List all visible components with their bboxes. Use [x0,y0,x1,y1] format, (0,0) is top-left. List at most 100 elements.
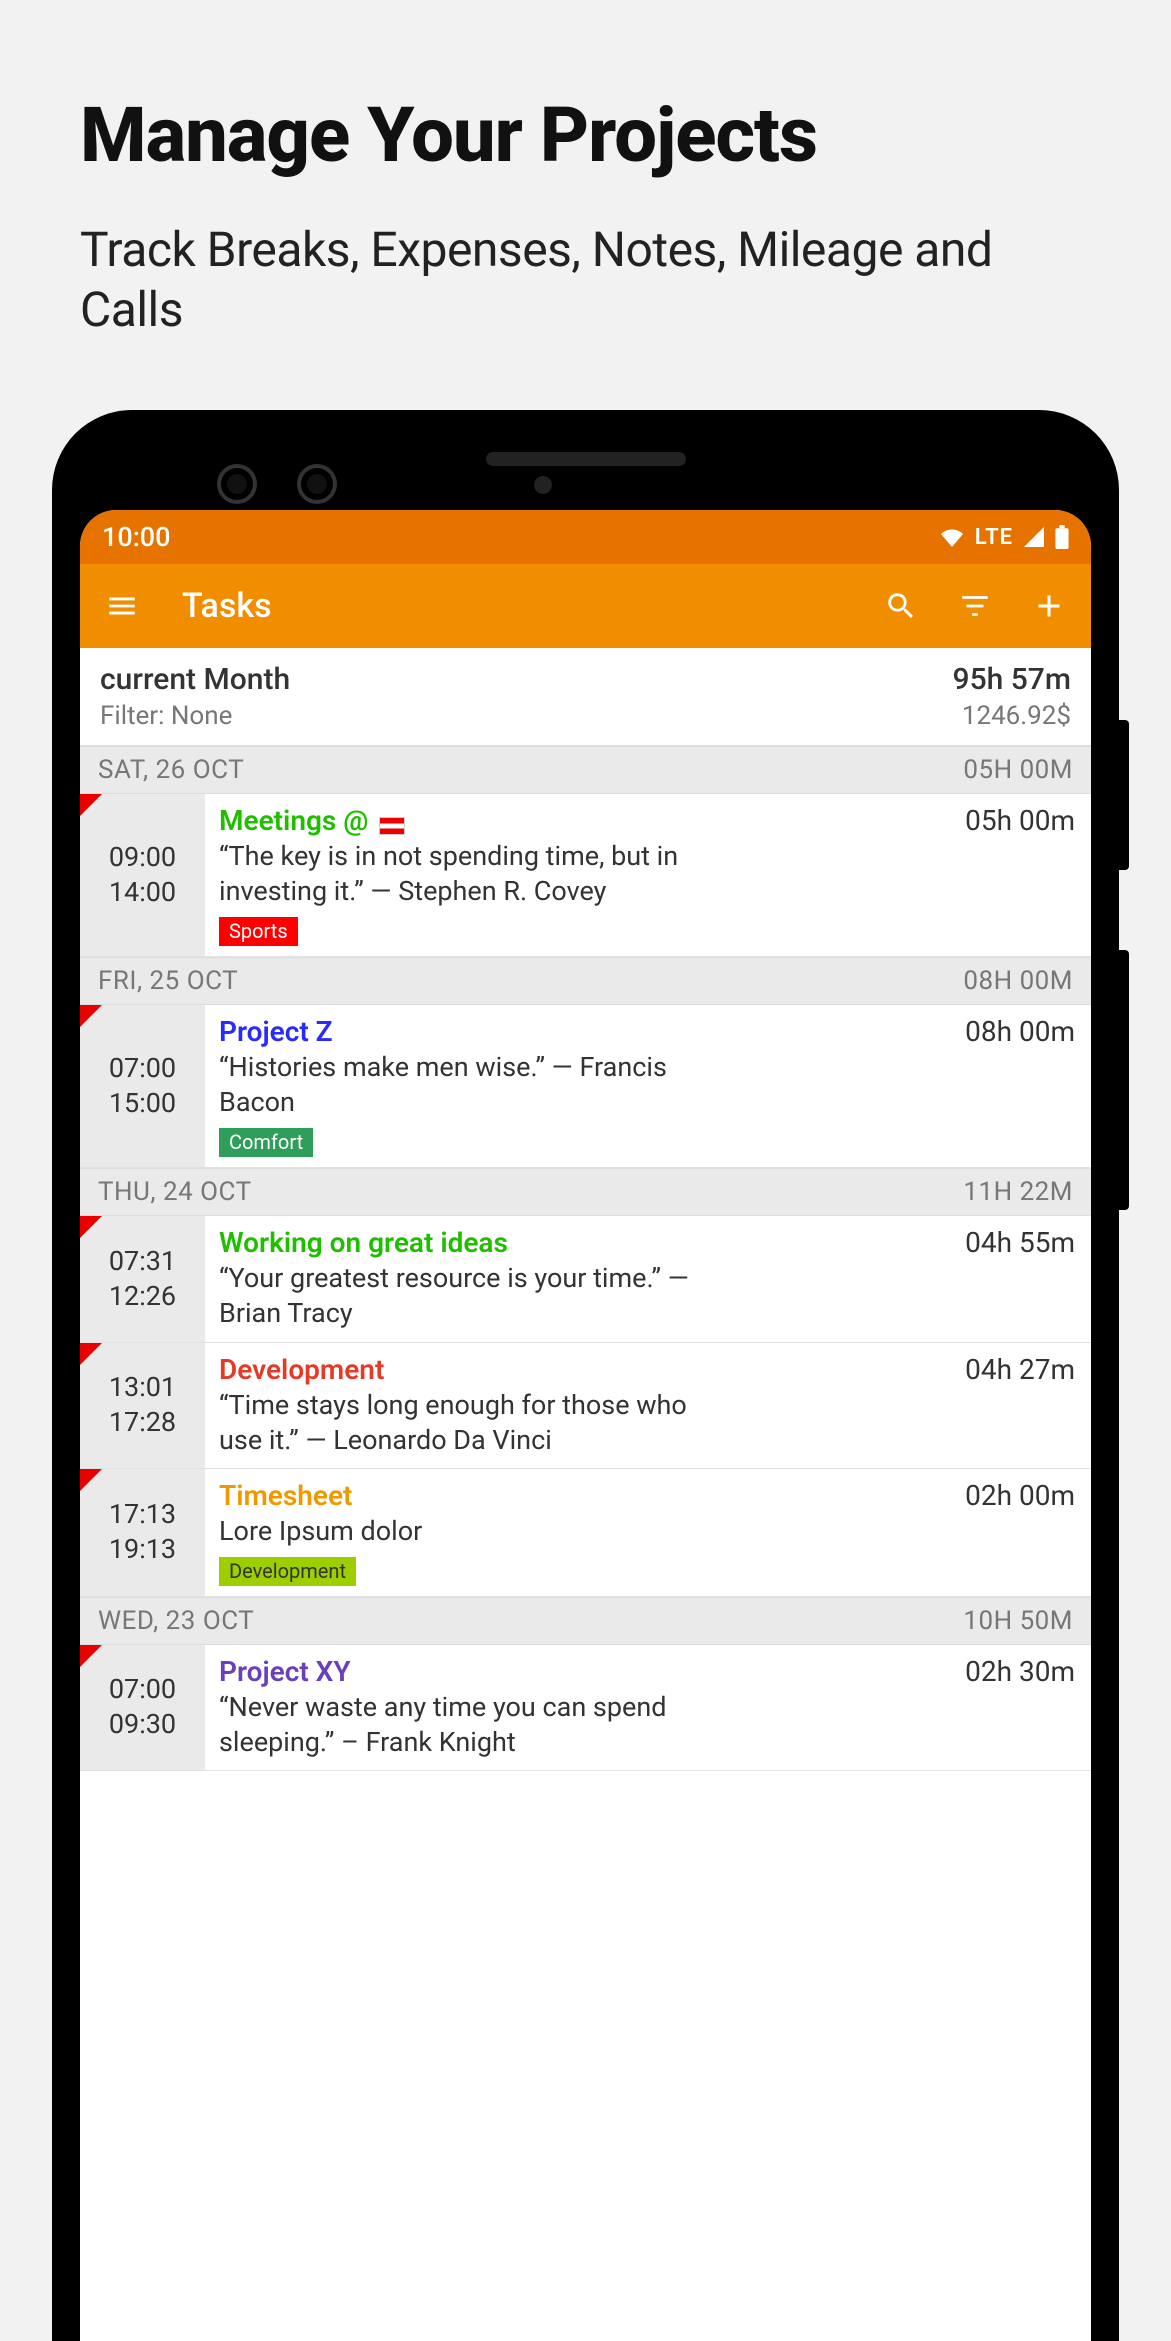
task-end-time: 09:30 [109,1707,176,1742]
task-tag: Sports [219,917,298,946]
phone-sensor [534,476,552,494]
task-start-time: 07:00 [109,1672,176,1707]
status-bar: 10:00 LTE [80,510,1091,564]
flag-austria-icon [379,817,405,835]
day-date: THU, 24 OCT [98,1177,252,1207]
task-title: Development [219,1353,384,1386]
summary-filter: Filter: None [100,701,290,731]
task-duration: 05h 00m [965,804,1075,837]
battery-icon [1055,525,1069,549]
task-duration: 04h 55m [965,1226,1075,1259]
summary-bar[interactable]: current Month Filter: None 95h 57m 1246.… [80,648,1091,746]
plus-icon [1031,588,1067,624]
phone-side-button [1119,720,1129,870]
task-start-time: 07:00 [109,1051,176,1086]
task-row[interactable]: 13:0117:28 Development 04h 27m “Time stays … [80,1343,1091,1469]
day-date: FRI, 25 OCT [98,966,238,996]
phone-screen: 10:00 LTE Tasks [80,510,1091,2341]
phone-frame: 10:00 LTE Tasks [52,410,1119,2341]
summary-period: current Month [100,662,290,697]
menu-button[interactable] [98,582,146,630]
search-button[interactable] [877,582,925,630]
task-note: “Never waste any time you can spend slee… [219,1690,719,1760]
task-marker-icon [80,1469,102,1491]
status-time: 10:00 [102,521,171,553]
task-list[interactable]: SAT, 26 OCT05H 00M09:0014:00Meetings @ 0… [80,746,1091,1771]
phone-camera [217,464,257,504]
wifi-icon [939,527,965,547]
task-marker-icon [80,1216,102,1238]
task-duration: 02h 00m [965,1479,1075,1512]
task-content: Development 04h 27m “Time stays long enoug… [205,1343,1091,1468]
task-end-time: 14:00 [109,875,176,910]
phone-speaker [486,452,686,466]
task-row[interactable]: 17:1319:13 Timesheet 02h 00m Lore Ipsum dol… [80,1469,1091,1597]
task-content: Project XY 02h 30m “Never waste any time y… [205,1645,1091,1770]
task-end-time: 19:13 [109,1532,176,1567]
network-label: LTE [975,525,1013,550]
task-end-time: 12:26 [109,1279,176,1314]
task-start-time: 17:13 [109,1497,176,1532]
phone-side-button [1119,950,1129,1210]
search-icon [884,589,918,623]
task-row[interactable]: 07:0015:00 Project Z08h 00m“Histories mak… [80,1005,1091,1168]
task-note: Lore Ipsum dolor [219,1514,719,1549]
task-marker-icon [80,794,102,816]
day-header: WED, 23 OCT 10H 50M [80,1597,1091,1645]
task-note: “Your greatest resource is your time.” ―… [219,1261,719,1331]
day-header: SAT, 26 OCT 05H 00M [80,746,1091,794]
task-tag: Development [219,1557,356,1586]
filter-icon [958,589,992,623]
task-content: Working on great ideas 04h 55m “Your great… [205,1216,1091,1341]
task-title: Timesheet [219,1479,352,1512]
add-button[interactable] [1025,582,1073,630]
task-end-time: 15:00 [109,1086,176,1121]
task-note: “Histories make men wise.” ― Francis Bac… [219,1050,719,1120]
task-title: Project XY [219,1655,351,1688]
day-date: SAT, 26 OCT [98,755,244,785]
task-start-time: 09:00 [109,840,176,875]
signal-icon [1023,527,1045,547]
promo-title: Manage Your Projects [80,90,1091,180]
task-title: Meetings @ [219,804,375,837]
day-total: 11H 22M [963,1177,1073,1207]
task-content: Meetings @ 05h 00m “The key is in not spe… [205,794,1091,956]
task-time-column: 13:0117:28 [80,1343,205,1468]
task-row[interactable]: 07:3112:26 Working on great ideas 04h 55m “… [80,1216,1091,1342]
task-content: Timesheet 02h 00m Lore Ipsum dolor Developm… [205,1469,1091,1596]
task-row[interactable]: 09:0014:00 Meetings @ 05h 00m “The key is … [80,794,1091,957]
summary-duration: 95h 57m [953,662,1071,697]
task-title: Working on great ideas [219,1226,508,1259]
task-marker-icon [80,1005,102,1027]
task-start-time: 07:31 [109,1244,176,1279]
task-end-time: 17:28 [109,1405,176,1440]
app-bar: Tasks [80,564,1091,648]
task-note: “Time stays long enough for those who us… [219,1388,719,1458]
day-total: 10H 50M [963,1606,1073,1636]
task-time-column: 09:0014:00 [80,794,205,956]
day-date: WED, 23 OCT [98,1606,254,1636]
task-time-column: 07:0009:30 [80,1645,205,1770]
task-content: Project Z08h 00m“Histories make men wise… [205,1005,1091,1167]
day-total: 05H 00M [963,755,1073,785]
phone-camera [297,464,337,504]
day-header: FRI, 25 OCT 08H 00M [80,957,1091,1005]
day-header: THU, 24 OCT 11H 22M [80,1168,1091,1216]
task-duration: 02h 30m [965,1655,1075,1688]
task-duration: 04h 27m [965,1353,1075,1386]
task-start-time: 13:01 [109,1370,176,1405]
task-marker-icon [80,1645,102,1667]
task-row[interactable]: 07:0009:30 Project XY 02h 30m “Never waste … [80,1645,1091,1771]
task-note: “The key is in not spending time, but in… [219,839,719,909]
promo-subtitle: Track Breaks, Expenses, Notes, Mileage a… [80,220,1091,340]
summary-amount: 1246.92$ [953,701,1071,731]
app-title: Tasks [182,586,272,626]
task-tag: Comfort [219,1128,313,1157]
day-total: 08H 00M [963,966,1073,996]
task-title: Project Z [219,1015,333,1048]
task-marker-icon [80,1343,102,1365]
task-time-column: 17:1319:13 [80,1469,205,1596]
task-time-column: 07:3112:26 [80,1216,205,1341]
filter-button[interactable] [951,582,999,630]
hamburger-icon [105,589,139,623]
